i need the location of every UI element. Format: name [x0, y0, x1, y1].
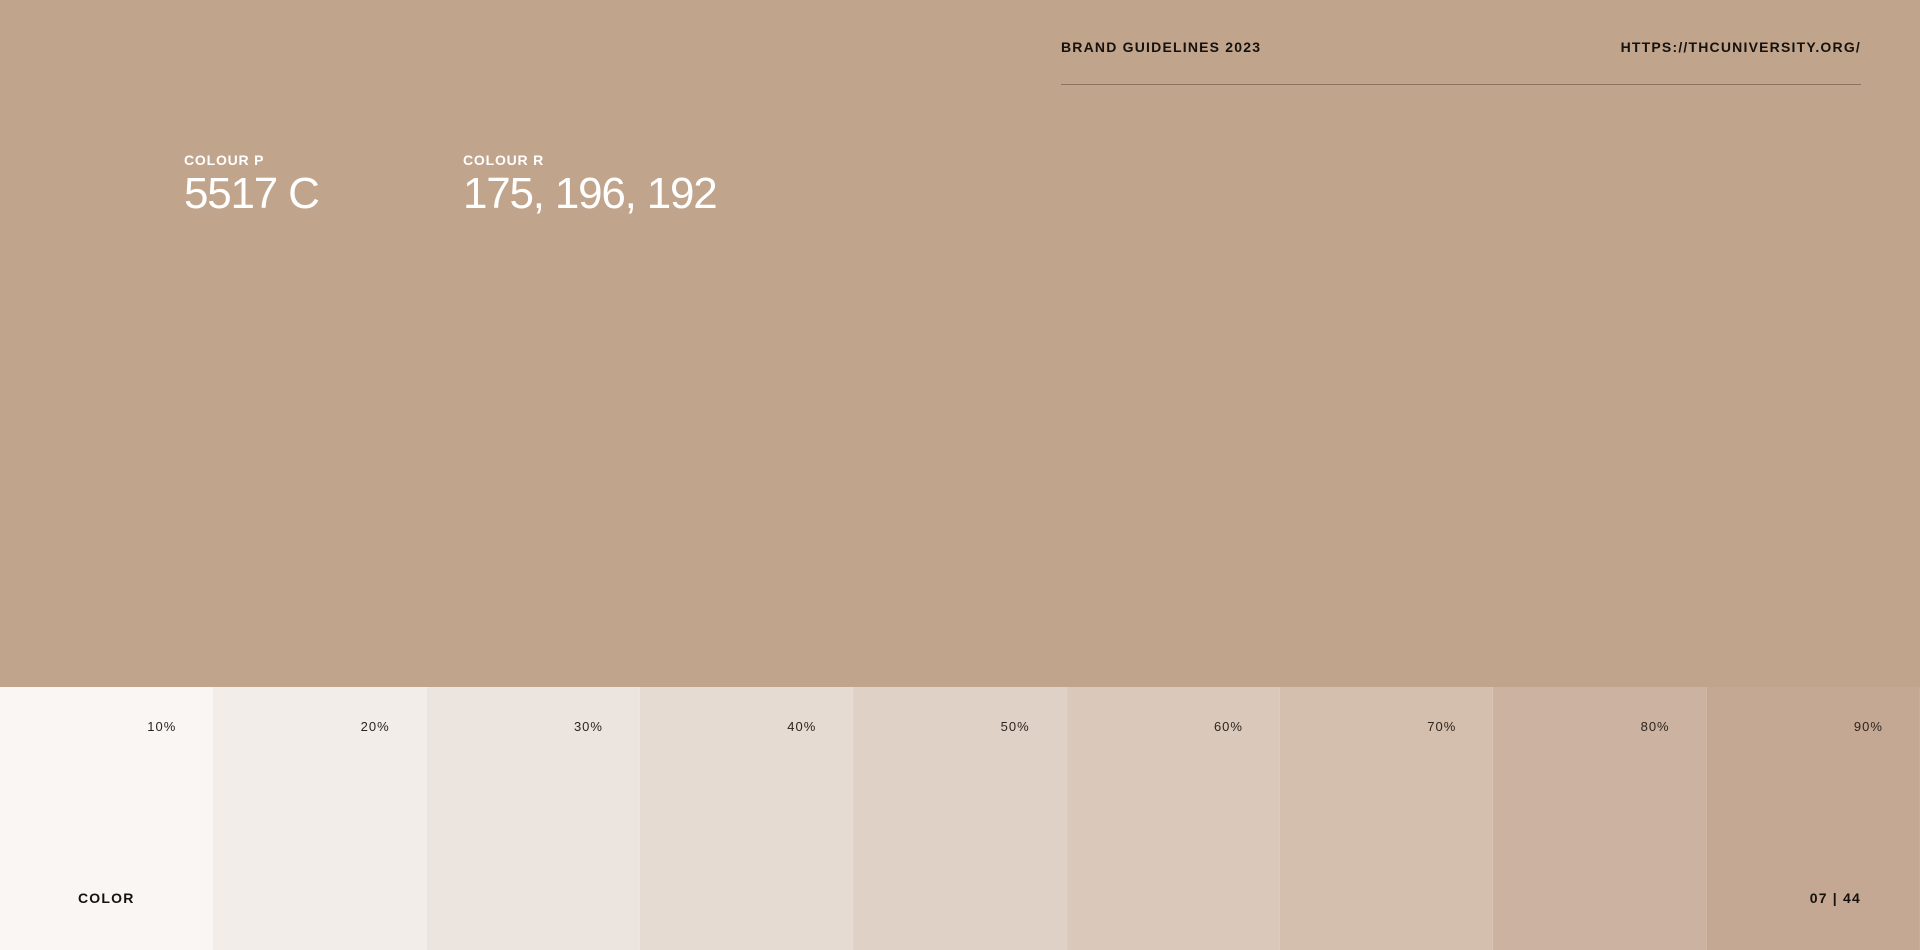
- swatch-80: 80%: [1493, 687, 1707, 950]
- swatch-label: 90%: [1853, 719, 1883, 734]
- tint-swatches: 10% 20% 30% 40% 50% 60% 70% 80% 90%: [0, 687, 1920, 950]
- colour-r-spec: COLOUR R 175, 196, 192: [463, 152, 718, 218]
- colour-p-spec: COLOUR P 5517 C: [184, 152, 320, 218]
- page-number: 07 | 44: [1809, 890, 1861, 906]
- swatch-label: 30%: [573, 719, 603, 734]
- website-url[interactable]: HTTPS://THCUNIVERSITY.ORG/: [1621, 38, 1861, 56]
- swatch-10: 10%: [0, 687, 214, 950]
- swatch-label: 80%: [1640, 719, 1670, 734]
- colour-p-value: 5517 C: [184, 169, 320, 218]
- swatch-label: 70%: [1427, 719, 1457, 734]
- swatch-label: 10%: [147, 719, 177, 734]
- swatch-40: 40%: [639, 687, 854, 950]
- header: BRAND GUIDELINES 2023 HTTPS://THCUNIVERS…: [1061, 38, 1861, 85]
- document-title: BRAND GUIDELINES 2023: [1061, 39, 1262, 55]
- swatch-60: 60%: [1066, 687, 1280, 950]
- colour-p-label: COLOUR P: [184, 152, 265, 168]
- swatch-label: 50%: [1000, 719, 1030, 734]
- swatch-label: 60%: [1213, 719, 1243, 734]
- swatch-70: 70%: [1279, 687, 1494, 950]
- colour-r-label: COLOUR R: [463, 152, 545, 168]
- swatch-90: 90%: [1706, 687, 1920, 950]
- swatch-30: 30%: [426, 687, 640, 950]
- swatch-label: 20%: [360, 719, 390, 734]
- swatch-label: 40%: [787, 719, 817, 734]
- swatch-50: 50%: [853, 687, 1067, 950]
- section-label: COLOR: [78, 890, 135, 906]
- swatch-20: 20%: [213, 687, 427, 950]
- colour-r-value: 175, 196, 192: [463, 169, 718, 218]
